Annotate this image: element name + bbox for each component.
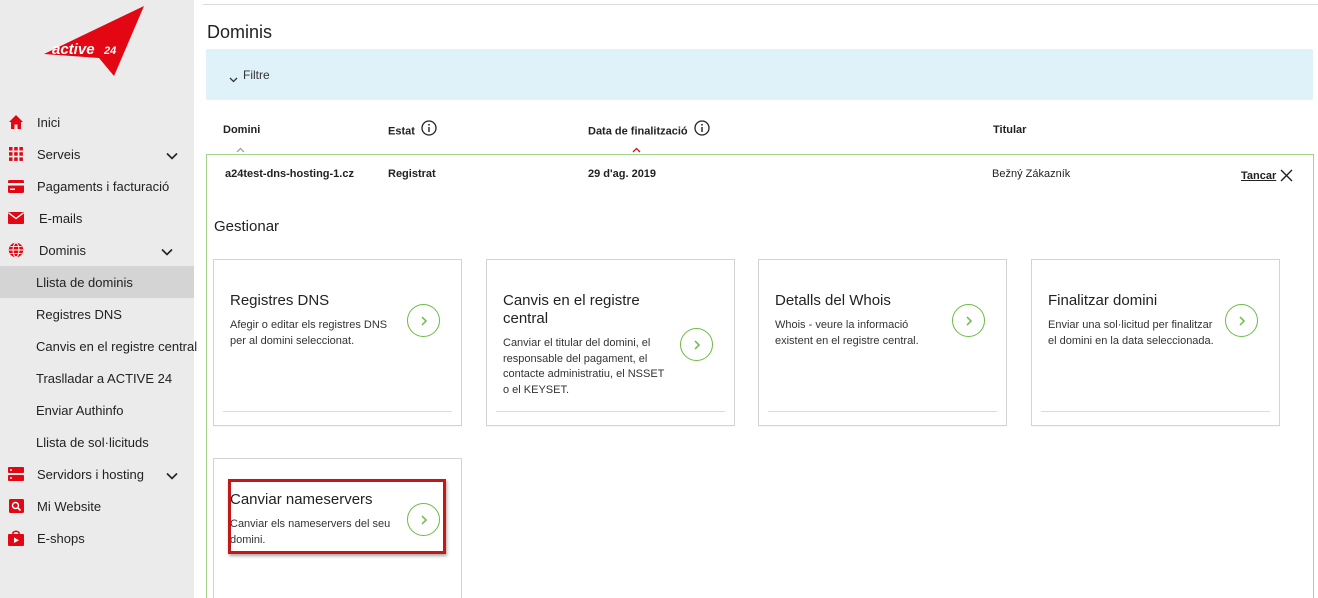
card-title: Canvis en el registre central <box>503 292 640 327</box>
column-header-estat[interactable]: Estat <box>388 120 437 139</box>
sidebar-subitem-llista-sollicituds[interactable]: Llista de sol·licituds <box>0 426 194 458</box>
column-header-data-finalitzacio[interactable]: Data de finalització <box>588 120 710 139</box>
card-registres-dns[interactable]: Registres DNS Afegir o editar els regist… <box>213 259 462 426</box>
sidebar-item-label: E-mails <box>39 211 83 226</box>
sidebar-item-eshops[interactable]: E-shops <box>0 522 194 554</box>
filter-label: Filtre <box>243 68 270 82</box>
server-icon <box>8 466 24 482</box>
sidebar-subitem-llista-dominis[interactable]: Llista de dominis <box>0 266 194 298</box>
sidebar-item-label: E-shops <box>37 531 85 546</box>
card-description: Enviar una sol·licitud per finalitzar el… <box>1048 319 1214 347</box>
envelope-icon <box>8 210 24 226</box>
card-canvis-registre[interactable]: Canvis en el registre central Canviar el… <box>486 259 735 426</box>
card-title: Registres DNS <box>230 292 330 309</box>
column-header-domini[interactable]: Domini <box>223 124 260 136</box>
chevron-right-icon[interactable] <box>952 304 985 337</box>
sidebar-item-inici[interactable]: Inici <box>0 106 194 138</box>
highlight-box <box>228 479 446 554</box>
chevron-down-icon[interactable] <box>166 468 178 483</box>
sidebar-item-servidors[interactable]: Servidors i hosting <box>0 458 194 490</box>
card-description: Afegir o editar els registres DNS per al… <box>230 319 388 347</box>
page-title: Dominis <box>207 22 273 42</box>
card-title: Detalls del Whois <box>775 292 891 309</box>
domain-name[interactable]: a24test-dns-hosting-1.cz <box>225 168 354 180</box>
column-header-label: Domini <box>223 124 261 136</box>
sidebar-item-label: Dominis <box>39 243 86 258</box>
chevron-down-icon <box>229 70 238 88</box>
shop-icon <box>8 530 24 546</box>
card-detalls-whois[interactable]: Detalls del Whois Whois - veure la infor… <box>758 259 1007 426</box>
column-header-label: Estat <box>388 125 415 138</box>
sidebar-item-emails[interactable]: E-mails <box>0 202 194 234</box>
filter-toggle[interactable]: Filtre <box>206 49 1313 100</box>
domain-status: Registrat <box>388 168 436 180</box>
website-icon <box>8 498 24 514</box>
card-divider <box>223 411 452 412</box>
manage-section-title: Gestionar <box>214 218 280 235</box>
card-title: Finalitzar domini <box>1048 292 1158 309</box>
card-divider <box>1041 411 1270 412</box>
info-icon[interactable] <box>694 120 710 139</box>
sidebar-item-dominis[interactable]: Dominis <box>0 234 194 266</box>
chevron-right-icon[interactable] <box>1225 304 1258 337</box>
sidebar-nav: Inici Serveis Pagaments i facturació E-m… <box>0 106 197 554</box>
info-icon[interactable] <box>421 120 437 139</box>
domain-holder: Bežný Zákazník <box>992 168 1071 180</box>
sidebar-item-label: Pagaments i facturació <box>37 179 170 194</box>
column-header-titular[interactable]: Titular <box>993 124 1026 136</box>
sidebar-subitem-enviar-authinfo[interactable]: Enviar Authinfo <box>0 394 194 426</box>
card-divider <box>768 411 997 412</box>
sidebar-item-label: Serveis <box>37 147 81 162</box>
sidebar-item-label: Inici <box>37 115 61 130</box>
column-header-label: Titular <box>993 124 1027 136</box>
card-finalitzar-domini[interactable]: Finalitzar domini Enviar una sol·licitud… <box>1031 259 1280 426</box>
sidebar-item-pagaments[interactable]: Pagaments i facturació <box>0 170 194 202</box>
top-divider <box>203 4 1318 5</box>
chevron-down-icon[interactable] <box>166 148 178 163</box>
close-row-link[interactable]: Tancar <box>1241 170 1276 182</box>
active24-logo[interactable]: active 24 <box>44 6 144 76</box>
chevron-right-icon[interactable] <box>680 328 713 361</box>
svg-text:active: active <box>52 41 95 58</box>
grid-icon <box>8 146 24 162</box>
home-icon <box>8 114 24 130</box>
globe-icon <box>8 242 24 258</box>
card-divider <box>496 411 725 412</box>
credit-card-icon <box>8 178 24 194</box>
chevron-down-icon[interactable] <box>161 244 173 259</box>
card-description: Canviar el titular del domini, el respon… <box>503 337 665 396</box>
sidebar-item-label: Mi Website <box>37 499 102 514</box>
close-icon[interactable] <box>1280 169 1293 187</box>
chevron-right-icon[interactable] <box>407 304 440 337</box>
domain-end-date: 29 d'ag. 2019 <box>588 168 657 180</box>
sidebar-item-mi-website[interactable]: Mi Website <box>0 490 194 522</box>
sidebar: active 24 Inici Serveis Pagaments i fact… <box>0 0 197 598</box>
sidebar-item-label: Servidors i hosting <box>37 467 144 482</box>
column-header-label: Data de finalització <box>588 125 688 138</box>
sidebar-subitem-registres-dns[interactable]: Registres DNS <box>0 298 194 330</box>
svg-text:24: 24 <box>103 45 116 57</box>
sidebar-subitem-canvis-registre[interactable]: Canvis en el registre central <box>0 330 197 362</box>
sidebar-subitem-traslladar[interactable]: Traslladar a ACTIVE 24 <box>0 362 194 394</box>
card-description: Whois - veure la informació existent en … <box>775 319 919 347</box>
sidebar-item-serveis[interactable]: Serveis <box>0 138 194 170</box>
